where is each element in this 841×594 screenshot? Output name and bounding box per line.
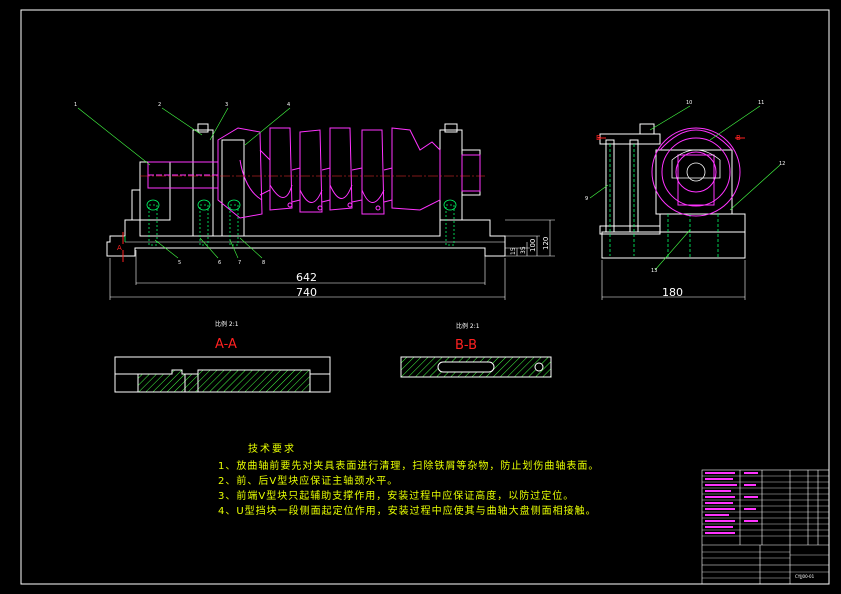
left-clamp [221, 139, 245, 237]
scale-label-bb: 比例 2:1 [456, 322, 480, 330]
part-number-3: 3 [225, 102, 228, 108]
dimension-120: 120 [542, 237, 550, 250]
drawing-code: CYJJ00-01 [795, 574, 815, 579]
section-marker-b-right: B [736, 134, 741, 142]
dimension-100: 100 [529, 239, 537, 252]
crankshaft-side [651, 127, 741, 217]
part-number-11: 11 [758, 100, 764, 106]
note-item-3: 3、前端V型块只起辅助支撑作用，安装过程中应保证高度，以防过定位。 [218, 491, 575, 502]
left-v-block [139, 161, 171, 221]
front-view: 1 2 3 4 5 6 7 8 A 120 100 35 15 642 740 [74, 102, 555, 300]
section-b-b: 比例 2:1 B-B [400, 322, 552, 378]
part-number-10: 10 [686, 100, 692, 106]
left-u-stand [192, 129, 214, 237]
right-stand [439, 129, 463, 221]
part-number-13: 13 [651, 268, 657, 274]
notes-title: 技术要求 [248, 444, 296, 455]
technical-requirements: 技术要求 1、放曲轴前要先对夹具表面进行清理，扫除铁屑等杂物，防止划伤曲轴表面。… [218, 442, 658, 519]
section-title-aa: A-A [215, 337, 237, 352]
title-block-entries [705, 472, 758, 534]
dimension-642: 642 [296, 271, 317, 284]
dimension-15: 15 [510, 247, 517, 255]
side-view: B B 9 10 11 12 13 180 [585, 100, 785, 300]
dimension-180: 180 [662, 286, 683, 299]
part-number-12: 12 [779, 161, 785, 167]
base-plate [106, 219, 506, 257]
part-number-9: 9 [585, 196, 588, 202]
part-number-2: 2 [158, 102, 161, 108]
part-number-4: 4 [287, 102, 290, 108]
part-number-1: 1 [74, 102, 77, 108]
part-number-7: 7 [238, 260, 241, 266]
part-number-8: 8 [262, 260, 265, 266]
section-marker-b-left: B [596, 134, 601, 142]
section-marker-a: A [117, 244, 122, 252]
dimension-35: 35 [520, 246, 527, 254]
section-a-a: 比例 2:1 A-A [114, 320, 331, 393]
dimension-740: 740 [296, 286, 317, 299]
part-number-6: 6 [218, 260, 221, 266]
part-number-5: 5 [178, 260, 181, 266]
note-item-2: 2、前、后V型块应保证主轴颈水平。 [218, 476, 399, 487]
note-item-4: 4、U型挡块一段侧面起定位作用，安装过程中应使其与曲轴大盘侧面相接触。 [218, 506, 597, 517]
note-item-1: 1、放曲轴前要先对夹具表面进行清理，扫除铁屑等杂物，防止划伤曲轴表面。 [218, 461, 600, 472]
scale-label-aa: 比例 2:1 [215, 320, 239, 328]
section-title-bb: B-B [455, 338, 477, 353]
